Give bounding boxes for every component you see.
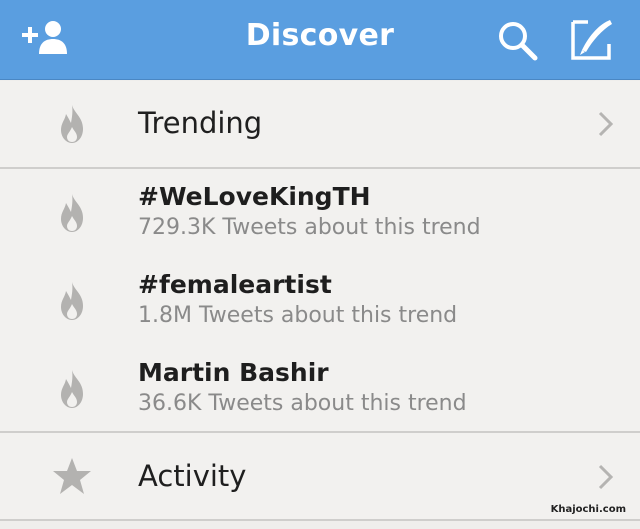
flame-icon bbox=[51, 368, 93, 410]
trend-name: #femaleartist bbox=[138, 270, 332, 299]
watermark: Khajochi.com bbox=[550, 504, 626, 515]
compose-icon bbox=[571, 20, 612, 60]
compose-button[interactable] bbox=[566, 14, 618, 66]
trending-row[interactable]: Trending bbox=[0, 81, 640, 167]
chevron-right-icon bbox=[598, 111, 614, 137]
trend-tweet-count: 1.8M Tweets about this trend bbox=[138, 303, 458, 328]
search-icon bbox=[499, 22, 538, 61]
flame-icon bbox=[51, 103, 93, 145]
trend-tweet-count: 36.6K Tweets about this trend bbox=[138, 391, 467, 416]
activity-label: Activity bbox=[138, 459, 247, 493]
trend-item[interactable]: #WeLoveKingTH 729.3K Tweets about this t… bbox=[0, 169, 640, 257]
search-button[interactable] bbox=[492, 14, 544, 66]
trend-tweet-count: 729.3K Tweets about this trend bbox=[138, 215, 481, 240]
navigation-bar: Discover bbox=[0, 0, 640, 80]
trend-name: #WeLoveKingTH bbox=[138, 182, 371, 211]
flame-icon bbox=[51, 192, 93, 234]
trending-label: Trending bbox=[138, 106, 263, 140]
divider bbox=[0, 519, 640, 521]
trend-item[interactable]: Martin Bashir 36.6K Tweets about this tr… bbox=[0, 345, 640, 433]
page-title: Discover bbox=[245, 18, 395, 53]
flame-icon bbox=[51, 280, 93, 322]
star-icon bbox=[51, 455, 93, 497]
trend-name: Martin Bashir bbox=[138, 358, 329, 387]
chevron-right-icon bbox=[598, 464, 614, 490]
activity-row[interactable]: Activity bbox=[0, 433, 640, 519]
trends-list: #WeLoveKingTH 729.3K Tweets about this t… bbox=[0, 169, 640, 431]
trend-item[interactable]: #femaleartist 1.8M Tweets about this tre… bbox=[0, 257, 640, 345]
